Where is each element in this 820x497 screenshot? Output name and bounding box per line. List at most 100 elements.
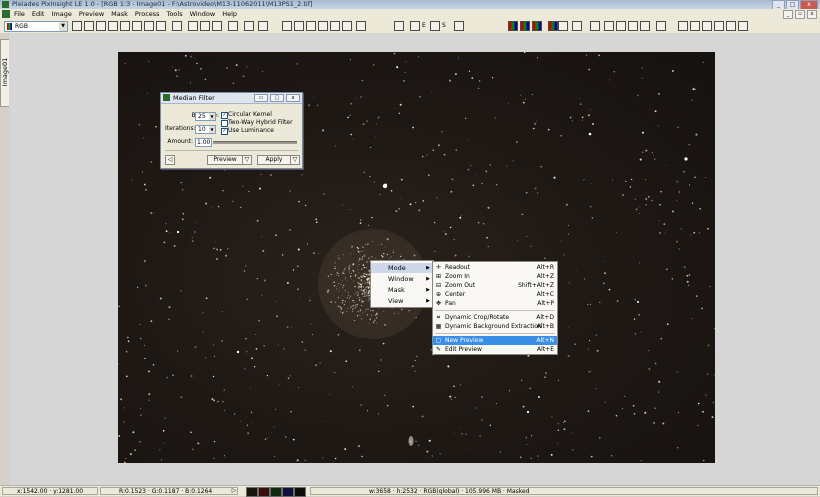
rotate-icon[interactable]	[258, 21, 268, 31]
explorer-icon[interactable]	[628, 21, 638, 31]
context-item-mode[interactable]: Mode ▶	[371, 263, 433, 273]
menu-item-zoom-in[interactable]: ⊞ Zoom In Alt+Z	[433, 272, 557, 281]
menu-window[interactable]: Window	[190, 9, 216, 19]
menu-mask[interactable]: Mask	[111, 9, 128, 19]
crop-icon[interactable]	[156, 21, 166, 31]
readout-icon[interactable]	[72, 21, 82, 31]
preview-dropdown-icon[interactable]: ▽	[242, 155, 252, 165]
apply-dropdown-icon[interactable]: ▽	[290, 155, 300, 165]
menu-item-center[interactable]: ⊕ Center Alt+C	[433, 290, 557, 299]
menu-help[interactable]: Help	[222, 9, 237, 19]
menu-tools[interactable]: Tools	[167, 9, 183, 19]
graph-icon[interactable]	[604, 21, 614, 31]
new-instance-icon[interactable]: ◁	[165, 155, 175, 165]
menu-item-readout[interactable]: ✛ Readout Alt+R	[433, 263, 557, 272]
star	[349, 271, 351, 273]
layers-icon[interactable]	[330, 21, 340, 31]
mdi-minimize-button[interactable]: _	[783, 10, 793, 19]
duplicate-icon[interactable]	[306, 21, 316, 31]
app-menu-icon[interactable]	[2, 10, 10, 18]
curves-icon[interactable]	[572, 21, 582, 31]
dialog-title-bar[interactable]: Median Filter ▭ ▢ x	[161, 93, 302, 104]
check-e-icon[interactable]	[410, 21, 420, 31]
script-icon[interactable]	[690, 21, 700, 31]
channel-b-icon[interactable]	[548, 21, 558, 31]
fit-view-icon[interactable]	[244, 21, 254, 31]
grid-icon[interactable]	[590, 21, 600, 31]
info-icon[interactable]	[738, 21, 748, 31]
channel-select[interactable]: RGB ▼	[4, 21, 68, 32]
box-size-select[interactable]: 25 ▼	[195, 112, 216, 121]
amount-slider[interactable]	[213, 141, 297, 144]
menu-edit[interactable]: Edit	[32, 9, 45, 19]
pin-tool-icon[interactable]	[394, 21, 404, 31]
console-icon[interactable]	[656, 21, 666, 31]
amount-field[interactable]: 1.00	[195, 138, 212, 147]
mask-show-icon[interactable]	[454, 21, 464, 31]
center-icon[interactable]	[108, 21, 118, 31]
properties-icon[interactable]	[726, 21, 736, 31]
record-icon[interactable]	[342, 21, 352, 31]
menu-item-new-preview[interactable]: ▢ New Preview Alt+N	[433, 336, 557, 345]
menu-image[interactable]: Image	[51, 9, 71, 19]
new-preview-icon[interactable]	[132, 21, 142, 31]
star	[258, 319, 260, 322]
menu-item-dynamic-crop[interactable]: ⌗ Dynamic Crop/Rotate Alt+D	[433, 313, 557, 322]
use-luminance-checkbox[interactable]: ✓	[221, 128, 228, 135]
zoom-out-icon[interactable]	[96, 21, 106, 31]
two-way-hybrid-checkbox[interactable]	[221, 120, 228, 127]
process-icon[interactable]	[678, 21, 688, 31]
zoom-1-2-icon[interactable]	[200, 21, 210, 31]
zoom-fit-icon[interactable]	[172, 21, 182, 31]
cluster-star	[341, 302, 343, 304]
apply-button[interactable]: Apply	[257, 155, 291, 165]
format-icon[interactable]	[640, 21, 650, 31]
history-icon[interactable]	[702, 21, 712, 31]
histogram-icon[interactable]	[558, 21, 568, 31]
iterations-select[interactable]: 10 ▼	[195, 125, 216, 134]
star	[666, 323, 669, 325]
mdi-restore-button[interactable]: ▫	[795, 10, 805, 19]
stack-icon[interactable]	[318, 21, 328, 31]
menu-item-pan[interactable]: ✥ Pan Alt+P	[433, 299, 557, 308]
menu-item-edit-preview[interactable]: ✎ Edit Preview Alt+E	[433, 345, 557, 354]
mdi-close-button[interactable]: x	[807, 10, 817, 19]
chevron-down-icon[interactable]: ▼	[59, 22, 67, 31]
dialog-close-button[interactable]: x	[286, 94, 300, 102]
edit-preview-icon[interactable]	[144, 21, 154, 31]
mask-icon[interactable]	[356, 21, 366, 31]
readout-arrow-icon[interactable]: ▷	[230, 487, 238, 495]
context-item-window[interactable]: Window ▶	[371, 274, 433, 284]
channel-rgb-icon[interactable]	[508, 21, 518, 31]
star	[633, 318, 636, 320]
menu-item-zoom-out[interactable]: ⊟ Zoom Out Shift+Alt+Z	[433, 281, 557, 290]
channel-g-icon[interactable]	[532, 21, 542, 31]
fit-window-icon[interactable]	[228, 21, 238, 31]
check-s-icon[interactable]	[430, 21, 440, 31]
channel-r-icon[interactable]	[520, 21, 530, 31]
select-tool-icon[interactable]	[282, 21, 292, 31]
chevron-down-icon[interactable]: ▼	[209, 126, 215, 133]
menu-preview[interactable]: Preview	[79, 9, 104, 19]
zoom-in-icon[interactable]	[84, 21, 94, 31]
dialog-restore-button[interactable]: ▢	[270, 94, 284, 102]
pan-icon[interactable]	[120, 21, 130, 31]
menu-process[interactable]: Process	[135, 9, 160, 19]
preview-button[interactable]: Preview	[207, 155, 243, 165]
circular-kernel-checkbox[interactable]: ✓	[221, 112, 228, 119]
context-item-view[interactable]: View ▶	[371, 296, 433, 306]
rectangle-tool-icon[interactable]	[294, 21, 304, 31]
menu-item-dbe[interactable]: ▦ Dynamic Background Extraction Alt+B	[433, 322, 557, 331]
star-icon[interactable]	[616, 21, 626, 31]
star	[245, 265, 247, 267]
menu-file[interactable]: File	[14, 9, 25, 19]
zoom-1-1-icon[interactable]	[188, 21, 198, 31]
zoom-1-3-icon[interactable]	[212, 21, 222, 31]
chevron-down-icon[interactable]: ▼	[209, 113, 215, 120]
workspace-icon[interactable]	[714, 21, 724, 31]
star	[377, 116, 380, 119]
cluster-star	[369, 318, 371, 321]
dialog-minimize-button[interactable]: ▭	[254, 94, 268, 102]
context-item-mask[interactable]: Mask ▶	[371, 285, 433, 295]
star	[260, 173, 262, 175]
